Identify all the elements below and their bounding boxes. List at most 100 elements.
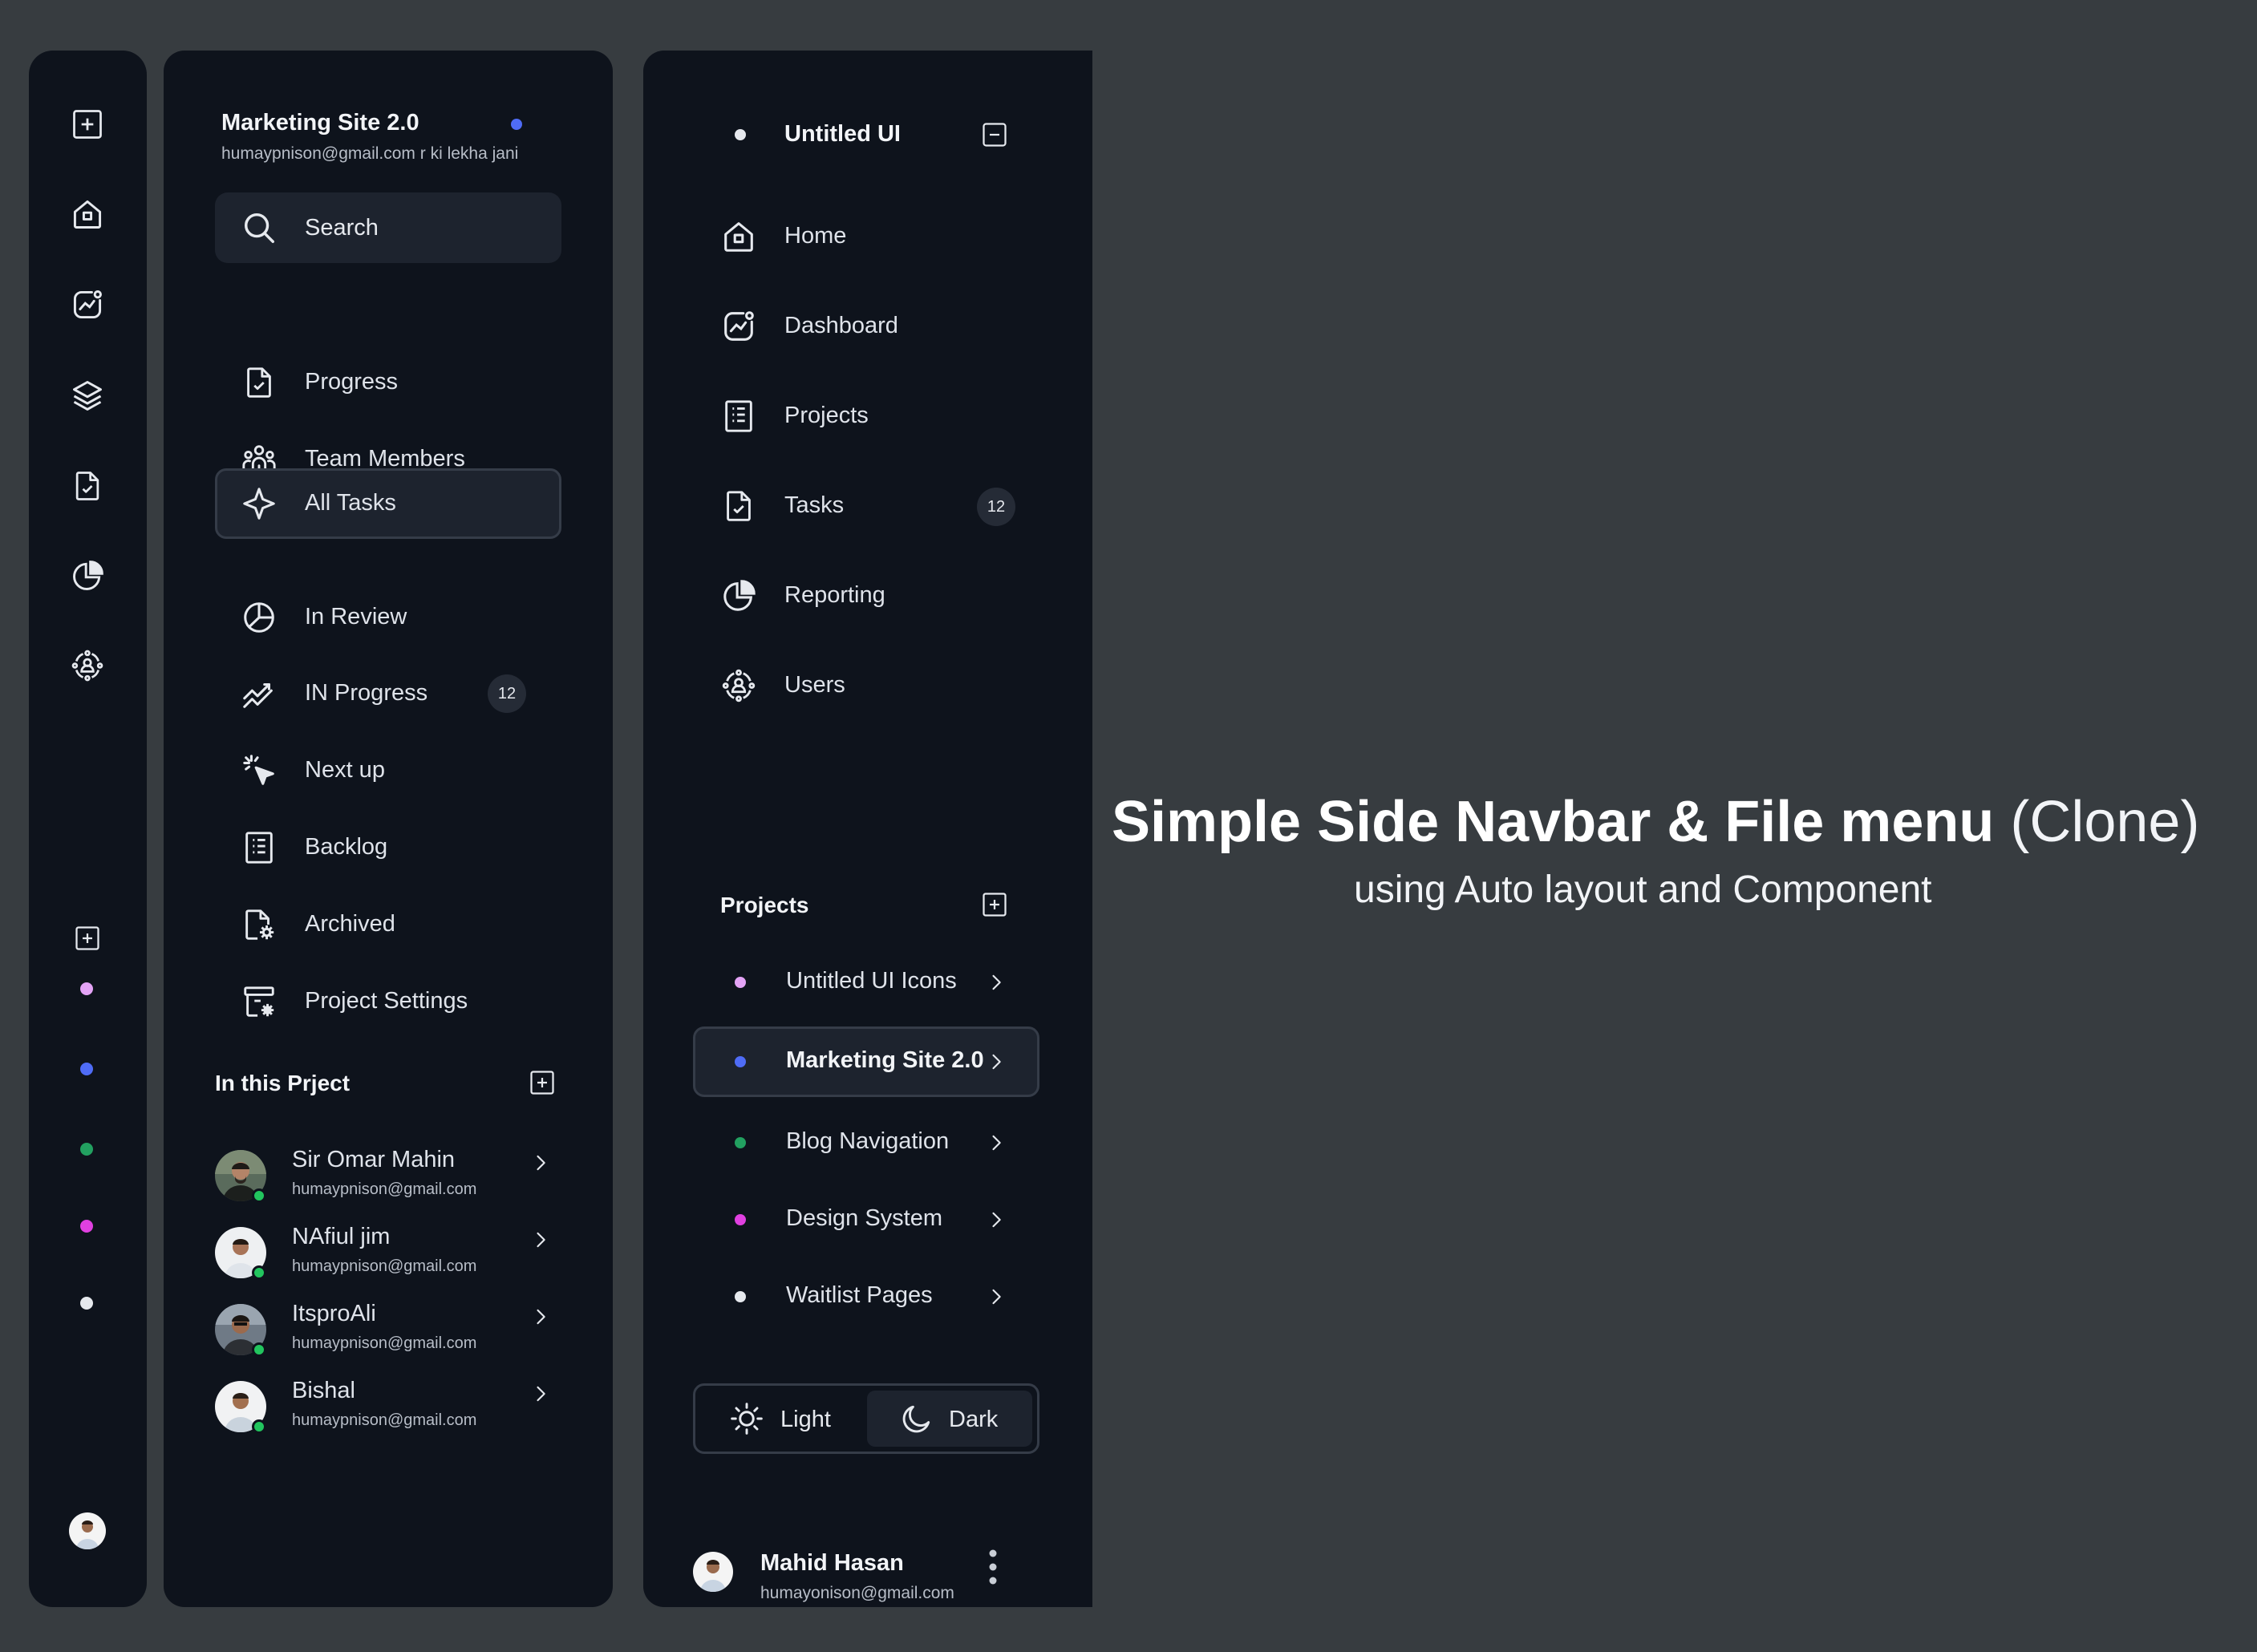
member-email: humaypnison@gmail.com [292,1334,477,1352]
file-check-icon[interactable] [70,468,105,504]
project-title: Marketing Site 2.0 [221,110,419,136]
workspace-dot [735,129,746,140]
project-label: Waitlist Pages [786,1282,933,1308]
member-name: NAfiul jim [292,1224,391,1249]
project-color-dot [735,1056,746,1067]
add-project-icon[interactable] [73,924,102,953]
project-dot[interactable] [80,1143,93,1156]
count-badge: 12 [977,488,1015,526]
nav-item-archived[interactable]: Archived [215,889,561,960]
search-placeholder: Search [305,215,379,241]
nav-item-projects[interactable]: Projects [720,388,1041,446]
project-label: Marketing Site 2.0 [786,1047,984,1073]
count-badge: 12 [488,674,526,713]
member-row[interactable]: ItsproAli humaypnison@gmail.com [215,1301,561,1365]
member-row[interactable]: Bishal humaypnison@gmail.com [215,1378,561,1442]
pie-chart-icon [720,577,757,614]
member-name: Bishal [292,1378,355,1403]
theme-dark-button[interactable]: Dark [867,1391,1032,1447]
project-item[interactable]: Waitlist Pages [693,1261,1039,1332]
project-item-active[interactable]: Marketing Site 2.0 [693,1026,1039,1097]
member-email: humaypnison@gmail.com [292,1180,477,1198]
theme-light-button[interactable]: Light [700,1391,864,1447]
pie-chart-icon[interactable] [70,558,105,593]
nav-item-label: Projects [784,403,869,428]
nav-item-label: In Review [305,604,407,630]
add-member-icon[interactable] [528,1068,557,1097]
nav-item-users[interactable]: Users [720,658,1041,715]
project-color-dot [735,1214,746,1225]
user-email: humayonison@gmail.com [760,1584,954,1602]
nav-item-dashboard[interactable]: Dashboard [720,298,1041,356]
project-dot[interactable] [80,1220,93,1233]
status-dot [511,119,522,130]
nav-item-label: IN Progress [305,680,428,706]
project-item[interactable]: Blog Navigation [693,1107,1039,1178]
nav-item-all-tasks[interactable]: All Tasks [215,468,561,539]
chart-icon[interactable] [70,287,105,322]
member-row[interactable]: Sir Omar Mahin humaypnison@gmail.com [215,1147,561,1211]
chevron-right-icon[interactable] [529,1383,552,1405]
nav-item-label: Tasks [784,492,845,518]
nav-item-reporting[interactable]: Reporting [720,568,1041,626]
nav-item-in-progress[interactable]: IN Progress 12 [215,658,561,729]
user-card[interactable]: Mahid Hasan humayonison@gmail.com [693,1542,1039,1606]
member-name: Sir Omar Mahin [292,1147,456,1172]
title-bold: Simple Side Navbar & File menu [1112,790,1995,854]
project-item[interactable]: Design System [693,1184,1039,1255]
online-indicator [252,1188,266,1203]
user-circle-icon[interactable] [70,648,105,683]
member-email: humaypnison@gmail.com [292,1411,477,1429]
project-item[interactable]: Untitled UI Icons [693,947,1039,1018]
page-subtitle: using Auto layout and Component [1354,869,1932,911]
online-indicator [252,1419,266,1434]
nav-item-label: Reporting [784,582,885,608]
cursor-click-icon [241,752,278,789]
nav-item-label: Progress [305,369,399,395]
project-dot[interactable] [80,1297,93,1310]
more-vertical-icon[interactable] [987,1547,999,1587]
chevron-right-icon [985,1051,1007,1073]
nav-item-next-up[interactable]: Next up [215,735,561,806]
project-color-dot [735,1291,746,1302]
nav-item-label: Users [784,672,845,698]
nav-item-project-settings[interactable]: Project Settings [215,966,561,1037]
nav-item-tasks[interactable]: Tasks 12 [720,478,1041,536]
project-dot[interactable] [80,982,93,995]
chevron-right-icon [985,1286,1007,1308]
nav-item-in-review[interactable]: In Review [215,582,561,653]
member-row[interactable]: NAfiul jim humaypnison@gmail.com [215,1224,561,1288]
home-icon[interactable] [70,196,105,232]
online-indicator [252,1342,266,1357]
project-dot[interactable] [80,1063,93,1075]
avatar [693,1552,733,1592]
collapse-icon[interactable] [980,120,1009,149]
moon-icon [899,1401,934,1436]
list-icon [241,829,278,866]
nav-item-label: Next up [305,757,385,783]
nav-item-label: Home [784,223,847,249]
user-circle-icon [720,667,757,704]
app-sidebar: Untitled UI Home Dashboard Projects Task… [643,51,1092,1607]
chevron-right-icon[interactable] [529,1229,552,1251]
nav-item-label: Dashboard [784,313,898,338]
nav-item-home[interactable]: Home [720,209,1041,266]
theme-dark-label: Dark [949,1407,999,1432]
layers-icon[interactable] [70,378,105,413]
chevron-right-icon[interactable] [529,1306,552,1328]
chevron-right-icon [985,971,1007,994]
chevron-right-icon[interactable] [529,1152,552,1174]
home-icon [720,218,757,255]
pie-chart-icon [241,599,278,636]
file-check-icon [720,488,757,524]
theme-light-label: Light [780,1407,831,1432]
add-icon[interactable] [70,107,105,142]
theme-toggle: Light Dark [693,1383,1039,1454]
add-project-icon[interactable] [980,890,1009,919]
archive-settings-icon [241,983,278,1020]
avatar[interactable] [69,1512,106,1549]
nav-item-progress[interactable]: Progress [215,347,561,418]
search-input[interactable]: Search [215,192,561,263]
sparkle-icon [241,485,278,522]
nav-item-backlog[interactable]: Backlog [215,812,561,883]
